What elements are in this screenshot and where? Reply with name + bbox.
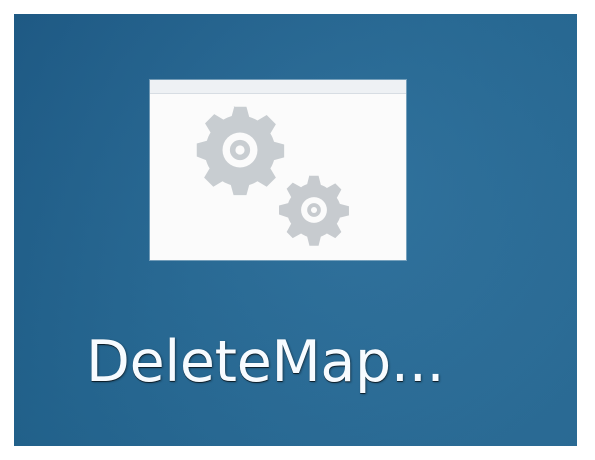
large-gear-icon bbox=[196, 105, 285, 196]
thumbnail-title-strip bbox=[150, 80, 406, 94]
shortcut-thumbnail bbox=[150, 80, 406, 260]
screenshot-frame: DeleteMap... bbox=[0, 0, 595, 460]
desktop-shortcut-deletemap[interactable]: DeleteMap... bbox=[68, 76, 528, 436]
desktop-background: DeleteMap... bbox=[14, 14, 577, 446]
shortcut-label[interactable]: DeleteMap... bbox=[68, 334, 516, 391]
small-gear-icon bbox=[279, 175, 349, 246]
